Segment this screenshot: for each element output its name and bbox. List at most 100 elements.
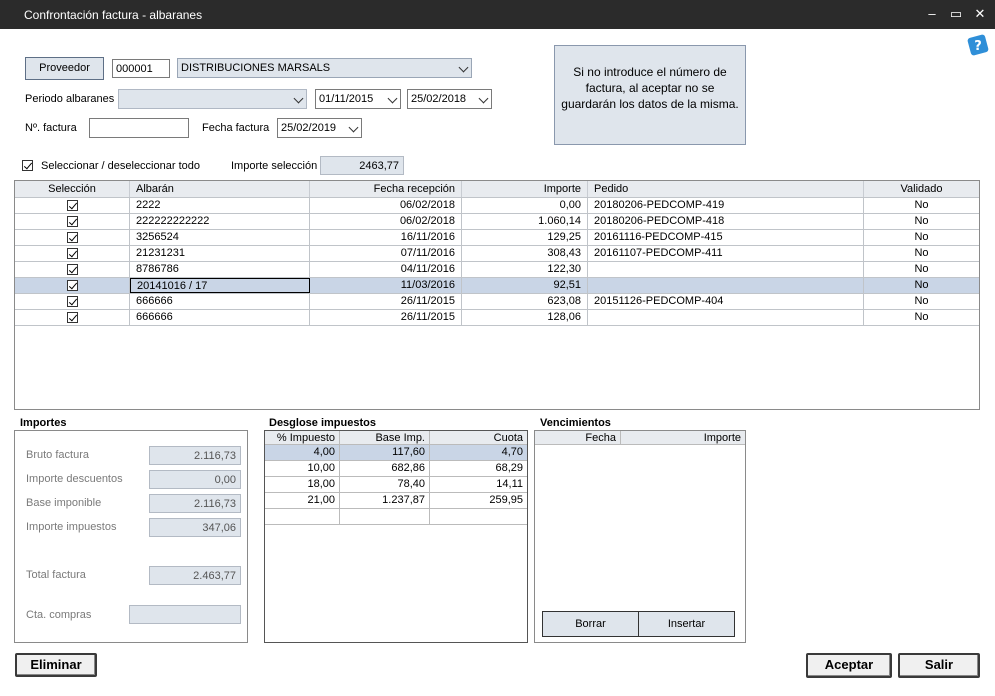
table-row[interactable]: 222222222222 06/02/2018 1.060,14 20180206-P… (15, 214, 979, 230)
minimize-button[interactable]: – (922, 6, 942, 21)
row-checkbox[interactable] (67, 200, 78, 211)
table-row[interactable]: 666666 26/11/2015 128,06 No (15, 310, 979, 326)
fecha-factura-combo[interactable]: 25/02/2019 (277, 118, 362, 138)
cell-fecha[interactable]: 06/02/2018 (310, 214, 462, 229)
cell-pct[interactable]: 21,00 (265, 493, 340, 508)
proveedor-code-field[interactable]: 000001 (112, 59, 170, 78)
table-row[interactable]: 20141016 / 17 11/03/2016 92,51 No (15, 278, 979, 294)
cell-pedido[interactable]: 20151126-PEDCOMP-404 (588, 294, 864, 309)
cell-pedido[interactable] (588, 310, 864, 325)
row-checkbox[interactable] (67, 248, 78, 259)
cell-fecha[interactable]: 26/11/2015 (310, 310, 462, 325)
cell-albaran[interactable]: 8786786 (130, 262, 310, 277)
cell-importe[interactable]: 623,08 (462, 294, 588, 309)
cell-importe[interactable]: 0,00 (462, 198, 588, 213)
cell-validado[interactable]: No (864, 262, 979, 277)
cell-pedido[interactable] (588, 262, 864, 277)
cell-validado[interactable]: No (864, 230, 979, 245)
cell-fecha[interactable]: 04/11/2016 (310, 262, 462, 277)
table-row[interactable] (265, 509, 527, 525)
col-pedido[interactable]: Pedido (588, 181, 864, 197)
help-icon[interactable]: ? (966, 33, 990, 57)
cell-pct[interactable] (265, 509, 340, 524)
cell-cuota[interactable]: 259,95 (430, 493, 527, 508)
cell-pct[interactable]: 4,00 (265, 445, 340, 460)
proveedor-name-combo[interactable]: DISTRIBUCIONES MARSALS (177, 58, 472, 78)
table-row[interactable]: 21,00 1.237,87 259,95 (265, 493, 527, 509)
cell-validado[interactable]: No (864, 246, 979, 261)
row-checkbox[interactable] (67, 280, 78, 291)
cell-importe[interactable]: 128,06 (462, 310, 588, 325)
select-all-label[interactable]: Seleccionar / deseleccionar todo (41, 160, 200, 172)
row-checkbox[interactable] (67, 216, 78, 227)
periodo-to-combo[interactable]: 25/02/2018 (407, 89, 492, 109)
proveedor-button[interactable]: Proveedor (25, 57, 104, 80)
cell-fecha[interactable]: 07/11/2016 (310, 246, 462, 261)
col-albaran[interactable]: Albarán (130, 181, 310, 197)
cell-fecha[interactable]: 06/02/2018 (310, 198, 462, 213)
col-seleccion[interactable]: Selección (15, 181, 130, 197)
cell-pedido[interactable] (588, 278, 864, 293)
cell-albaran[interactable]: 20141016 / 17 (130, 278, 310, 293)
cell-base[interactable]: 1.237,87 (340, 493, 430, 508)
cell-albaran[interactable]: 666666 (130, 310, 310, 325)
cell-albaran[interactable]: 666666 (130, 294, 310, 309)
cell-cuota[interactable] (430, 509, 527, 524)
cell-pedido[interactable]: 20161116-PEDCOMP-415 (588, 230, 864, 245)
cell-pedido[interactable]: 20180206-PEDCOMP-419 (588, 198, 864, 213)
cell-importe[interactable]: 308,43 (462, 246, 588, 261)
cell-base[interactable]: 117,60 (340, 445, 430, 460)
nfactura-input[interactable] (89, 118, 189, 138)
cell-importe[interactable]: 129,25 (462, 230, 588, 245)
row-checkbox[interactable] (67, 312, 78, 323)
row-checkbox[interactable] (67, 232, 78, 243)
cell-albaran[interactable]: 222222222222 (130, 214, 310, 229)
cell-cuota[interactable]: 68,29 (430, 461, 527, 476)
desglose-table[interactable]: % Impuesto Base Imp. Cuota 4,00 117,60 4,7… (264, 430, 528, 643)
cell-validado[interactable]: No (864, 214, 979, 229)
cell-validado[interactable]: No (864, 278, 979, 293)
maximize-button[interactable]: ▭ (946, 6, 966, 22)
cell-pedido[interactable]: 20180206-PEDCOMP-418 (588, 214, 864, 229)
cell-validado[interactable]: No (864, 198, 979, 213)
albaranes-grid[interactable]: Selección Albarán Fecha recepción Import… (14, 180, 980, 410)
table-row[interactable]: 666666 26/11/2015 623,08 20151126-PEDCOMP-4… (15, 294, 979, 310)
row-checkbox[interactable] (67, 264, 78, 275)
salir-button[interactable]: Salir (898, 653, 980, 678)
cell-pedido[interactable]: 20161107-PEDCOMP-411 (588, 246, 864, 261)
cell-fecha[interactable]: 16/11/2016 (310, 230, 462, 245)
cell-validado[interactable]: No (864, 294, 979, 309)
periodo-from-combo[interactable]: 01/11/2015 (315, 89, 401, 109)
close-button[interactable]: ✕ (970, 6, 990, 22)
cell-importe[interactable]: 92,51 (462, 278, 588, 293)
col-fecha-recepcion[interactable]: Fecha recepción (310, 181, 462, 197)
row-checkbox[interactable] (67, 296, 78, 307)
cell-albaran[interactable]: 2222 (130, 198, 310, 213)
cell-validado[interactable]: No (864, 310, 979, 325)
cell-fecha[interactable]: 26/11/2015 (310, 294, 462, 309)
table-row[interactable]: 3256524 16/11/2016 129,25 20161116-PEDCOMP-… (15, 230, 979, 246)
cell-base[interactable]: 78,40 (340, 477, 430, 492)
table-row[interactable]: 10,00 682,86 68,29 (265, 461, 527, 477)
cell-albaran[interactable]: 3256524 (130, 230, 310, 245)
cell-cuota[interactable]: 4,70 (430, 445, 527, 460)
col-importe[interactable]: Importe (462, 181, 588, 197)
table-row[interactable]: 4,00 117,60 4,70 (265, 445, 527, 461)
table-row[interactable]: 2222 06/02/2018 0,00 20180206-PEDCOMP-419 No (15, 198, 979, 214)
insertar-button[interactable]: Insertar (638, 611, 735, 637)
col-validado[interactable]: Validado (864, 181, 979, 197)
select-all-checkbox[interactable] (22, 160, 33, 171)
eliminar-button[interactable]: Eliminar (15, 653, 97, 677)
cell-cuota[interactable]: 14,11 (430, 477, 527, 492)
cell-pct[interactable]: 10,00 (265, 461, 340, 476)
cell-pct[interactable]: 18,00 (265, 477, 340, 492)
aceptar-button[interactable]: Aceptar (806, 653, 892, 678)
cell-base[interactable]: 682,86 (340, 461, 430, 476)
cell-albaran[interactable]: 21231231 (130, 246, 310, 261)
borrar-button[interactable]: Borrar (542, 611, 639, 637)
table-row[interactable]: 21231231 07/11/2016 308,43 20161107-PEDCOMP… (15, 246, 979, 262)
cell-base[interactable] (340, 509, 430, 524)
table-row[interactable]: 8786786 04/11/2016 122,30 No (15, 262, 979, 278)
cell-fecha[interactable]: 11/03/2016 (310, 278, 462, 293)
cell-importe[interactable]: 122,30 (462, 262, 588, 277)
